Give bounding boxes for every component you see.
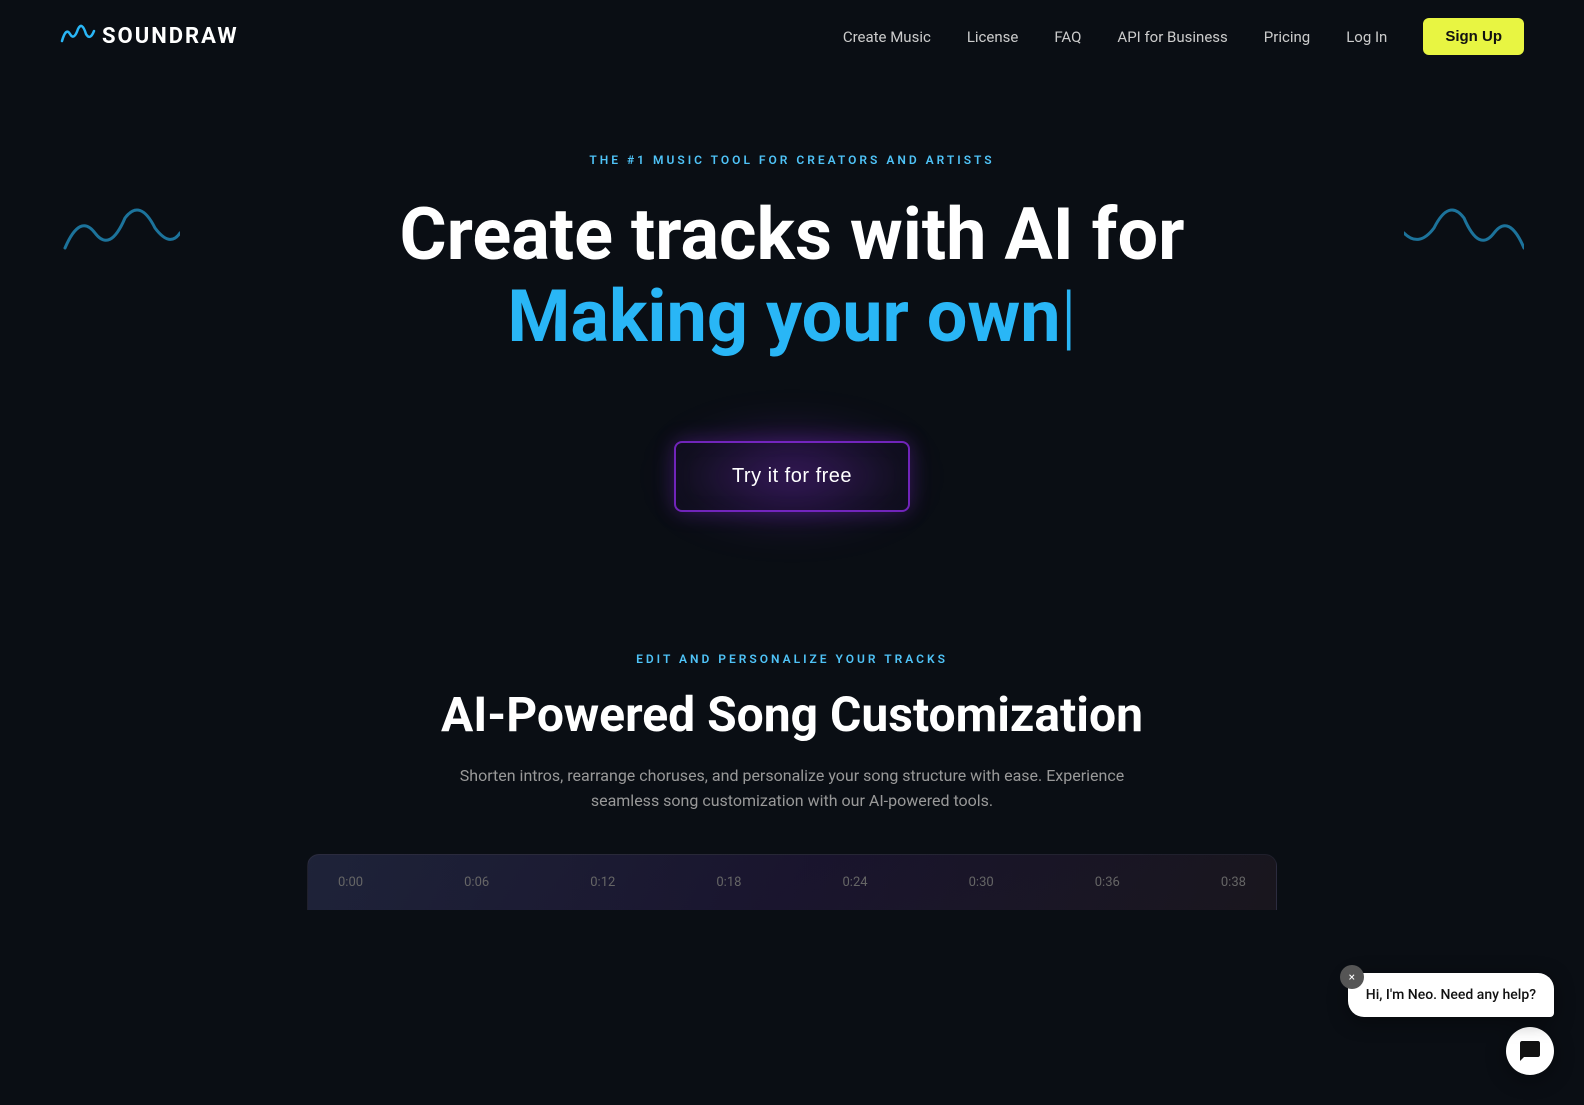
try-free-button[interactable]: Try it for free bbox=[674, 441, 910, 512]
marker-6: 0:36 bbox=[1095, 875, 1120, 890]
chat-speech-icon bbox=[1518, 1039, 1542, 1063]
chat-message: Hi, I'm Neo. Need any help? bbox=[1348, 973, 1554, 1017]
chat-close-button[interactable]: × bbox=[1340, 965, 1364, 989]
cursor: | bbox=[1061, 274, 1077, 359]
signup-button[interactable]: Sign Up bbox=[1423, 18, 1524, 55]
section2-subtitle: EDIT AND PERSONALIZE YOUR TRACKS bbox=[636, 652, 948, 666]
logo[interactable]: SOUNDRAW bbox=[60, 19, 239, 55]
nav-login[interactable]: Log In bbox=[1346, 28, 1387, 46]
hero-subtitle: THE #1 MUSIC TOOL FOR CREATORS AND ARTIS… bbox=[589, 153, 994, 167]
chat-widget: × Hi, I'm Neo. Need any help? bbox=[1348, 973, 1554, 1075]
marker-7: 0:38 bbox=[1221, 875, 1246, 890]
hero-title-line1: Create tracks with AI for bbox=[400, 195, 1185, 274]
nav-api-for-business[interactable]: API for Business bbox=[1117, 28, 1227, 46]
nav-pricing[interactable]: Pricing bbox=[1264, 28, 1310, 46]
wave-right-decoration bbox=[1404, 193, 1524, 273]
marker-5: 0:30 bbox=[969, 875, 994, 890]
logo-text: SOUNDRAW bbox=[102, 24, 239, 49]
marker-1: 0:06 bbox=[464, 875, 489, 890]
customization-section: EDIT AND PERSONALIZE YOUR TRACKS AI-Powe… bbox=[0, 572, 1584, 940]
timeline-container: 0:00 0:06 0:12 0:18 0:24 0:30 0:36 0:38 bbox=[307, 854, 1277, 910]
section2-title: AI-Powered Song Customization bbox=[441, 686, 1143, 743]
timeline-markers: 0:00 0:06 0:12 0:18 0:24 0:30 0:36 0:38 bbox=[338, 875, 1246, 890]
navbar: SOUNDRAW Create Music License FAQ API fo… bbox=[0, 0, 1584, 73]
hero-title-line2: Making your own| bbox=[507, 274, 1076, 360]
marker-2: 0:12 bbox=[590, 875, 615, 890]
marker-3: 0:18 bbox=[716, 875, 741, 890]
cta-wrapper: Try it for free bbox=[674, 441, 910, 512]
nav-license[interactable]: License bbox=[967, 28, 1019, 46]
marker-0: 0:00 bbox=[338, 875, 363, 890]
hero-section: THE #1 MUSIC TOOL FOR CREATORS AND ARTIS… bbox=[0, 73, 1584, 572]
marker-4: 0:24 bbox=[843, 875, 868, 890]
section2-description: Shorten intros, rearrange choruses, and … bbox=[452, 763, 1132, 814]
chat-bubble-wrapper: × Hi, I'm Neo. Need any help? bbox=[1348, 973, 1554, 1017]
wave-left-decoration bbox=[60, 193, 180, 273]
nav-create-music[interactable]: Create Music bbox=[843, 28, 931, 46]
nav-links: Create Music License FAQ API for Busines… bbox=[843, 18, 1524, 55]
nav-faq[interactable]: FAQ bbox=[1054, 28, 1081, 46]
chat-icon-button[interactable] bbox=[1506, 1027, 1554, 1075]
logo-icon bbox=[60, 19, 96, 55]
